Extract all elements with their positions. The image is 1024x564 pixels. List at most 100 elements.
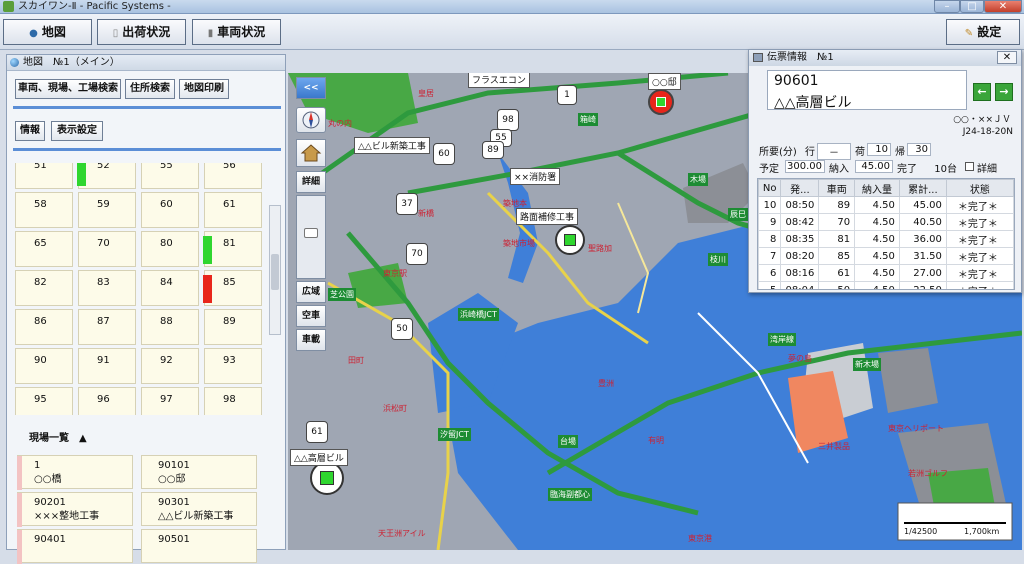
zoom-slider-thumb[interactable] (304, 228, 318, 238)
vehicle-pin-1[interactable]: 1 (557, 85, 577, 105)
table-header-cell[interactable]: 状態 (945, 179, 1014, 197)
table-row[interactable]: 10 08:50 89 4.50 45.00 ＊完了＊ (758, 196, 1014, 214)
scrollbar-thumb[interactable] (271, 254, 279, 290)
site-list-item[interactable]: 90101 ○○邸 (141, 455, 257, 489)
vehicle-pin-70[interactable]: 70 (406, 243, 428, 265)
vehicle-cell[interactable]: 56 (204, 163, 262, 189)
minimize-button[interactable]: – (934, 0, 960, 13)
address-search-button[interactable]: 住所検索 (125, 79, 175, 99)
vehicle-cell[interactable]: 92 (141, 348, 199, 384)
site-list-item[interactable]: 90201 ×××整地工事 (17, 492, 133, 527)
empty-vehicle-button[interactable]: 空車 (296, 305, 326, 327)
site-list-item[interactable]: 1 ○○橋 (17, 455, 133, 490)
vehicle-number: 87 (97, 316, 110, 327)
vehicle-cell[interactable]: 81 (203, 231, 262, 267)
vehicle-pin-50[interactable]: 50 (391, 318, 413, 340)
zoom-detail-button[interactable]: 詳細 (296, 171, 326, 193)
vehicle-cell[interactable]: 83 (78, 270, 136, 306)
vehicle-cell[interactable]: 80 (141, 231, 199, 267)
table-row[interactable]: 6 08:16 61 4.50 27.00 ＊完了＊ (758, 264, 1014, 282)
table-cell: 4.50 (854, 281, 900, 289)
map-label-fire-station[interactable]: ××消防署 (510, 168, 561, 185)
vehicle-cell[interactable]: 88 (141, 309, 199, 345)
loaded-vehicle-button[interactable]: 車載 (296, 329, 326, 351)
zoom-slider[interactable] (296, 195, 326, 279)
zoom-wide-button[interactable]: 広域 (296, 281, 326, 303)
vehicle-cell[interactable]: 82 (15, 270, 73, 306)
vehicle-cell[interactable]: 65 (15, 231, 73, 267)
vehicle-cell[interactable]: 85 (203, 270, 262, 306)
vehicle-cell[interactable]: 91 (78, 348, 136, 384)
vehicle-pin-37[interactable]: 37 (396, 193, 418, 215)
vehicle-cell[interactable]: 93 (204, 348, 262, 384)
table-header-cell[interactable]: 発... (780, 179, 820, 197)
next-ticket-button[interactable]: → (995, 83, 1013, 101)
vehicle-cell[interactable]: 70 (78, 231, 136, 267)
site-marker-tower[interactable] (310, 461, 344, 495)
vehicle-cell[interactable]: 87 (78, 309, 136, 345)
vehicle-site-factory-search-button[interactable]: 車両、現場、工場検索 (15, 79, 121, 99)
vehicle-cell[interactable]: 60 (141, 192, 199, 228)
home-icon[interactable] (296, 139, 326, 167)
vehicle-cell[interactable]: 95 (15, 387, 73, 415)
vehicle-number: 85 (223, 277, 236, 288)
document-icon: ▯ (112, 28, 119, 39)
vehicle-pin-89[interactable]: 89 (482, 141, 504, 159)
map-label-house[interactable]: ○○邸 (648, 73, 681, 90)
table-header-cell[interactable]: 車両 (818, 179, 856, 197)
display-settings-button[interactable]: 表示設定 (51, 121, 103, 141)
vehicle-cell[interactable]: 52 (77, 163, 136, 189)
vehicle-pin-60[interactable]: 60 (433, 143, 455, 165)
vehicle-number: 83 (97, 277, 110, 288)
vehicle-cell[interactable]: 96 (78, 387, 136, 415)
table-row[interactable]: 8 08:35 81 4.50 36.00 ＊完了＊ (758, 230, 1014, 248)
site-list-item[interactable]: 90501 (141, 529, 257, 563)
map-print-button[interactable]: 地図印刷 (179, 79, 229, 99)
prev-ticket-button[interactable]: ← (973, 83, 991, 101)
vehicle-cell[interactable]: 51 (15, 163, 73, 189)
vehicle-status-button[interactable]: ▮ 車両状況 (192, 19, 281, 45)
map-tab-button[interactable]: ● 地図 (3, 19, 92, 45)
site-list-label[interactable]: 現場一覧 ▲ (29, 429, 87, 444)
vehicle-cell[interactable]: 86 (15, 309, 73, 345)
info-button[interactable]: 情報 (15, 121, 45, 141)
vehicle-cell[interactable]: 97 (141, 387, 199, 415)
popup-close-button[interactable]: ✕ (997, 51, 1017, 64)
table-cell: 50 (818, 281, 856, 289)
vehicle-cell[interactable]: 89 (204, 309, 262, 345)
vehicle-cell[interactable]: 98 (204, 387, 262, 415)
close-button[interactable]: ✕ (984, 0, 1022, 13)
map-label-top[interactable]: フラスエコン (468, 73, 530, 88)
settings-button[interactable]: ✎ 設定 (946, 19, 1020, 45)
detail-checkbox[interactable] (965, 162, 974, 171)
vehicle-cell[interactable]: 90 (15, 348, 73, 384)
site-list-item[interactable]: 90401 (17, 529, 133, 564)
unload-value: 10 (867, 143, 891, 156)
maximize-button[interactable]: □ (960, 0, 984, 13)
table-header-cell[interactable]: 納入量 (854, 179, 900, 197)
compass-icon[interactable] (296, 107, 326, 133)
vehicle-cell[interactable]: 59 (78, 192, 136, 228)
vehicle-cell[interactable]: 61 (204, 192, 262, 228)
vehicle-cell[interactable]: 55 (141, 163, 199, 189)
map-place-label: 浜松町 (383, 404, 407, 413)
site-marker-road-repair[interactable] (555, 225, 585, 255)
vehicle-cell[interactable]: 58 (15, 192, 73, 228)
vehicle-pin-61[interactable]: 61 (306, 421, 328, 443)
table-header-cell[interactable]: 累計... (898, 179, 947, 197)
map-label-road-repair[interactable]: 路面補修工事 (516, 208, 579, 225)
site-list-item[interactable]: 90301 △△ビル新築工事 (141, 492, 257, 526)
map-label-building-new[interactable]: △△ビル新築工事 (354, 137, 430, 154)
shipping-status-button[interactable]: ▯ 出荷状況 (97, 19, 186, 45)
table-row[interactable]: 9 08:42 70 4.50 40.50 ＊完了＊ (758, 213, 1014, 231)
vehicle-grid-scrollbar[interactable] (269, 205, 281, 335)
site-marker-house[interactable] (648, 89, 674, 115)
table-row[interactable]: 508:04504.5022.50＊完了＊ (758, 281, 1014, 289)
table-header-cell[interactable]: No (758, 179, 782, 197)
map-label-tower[interactable]: △△高層ビル (290, 449, 348, 466)
vehicle-cell[interactable]: 84 (141, 270, 199, 306)
table-row[interactable]: 7 08:20 85 4.50 31.50 ＊完了＊ (758, 247, 1014, 265)
collapse-panel-button[interactable]: << (296, 77, 326, 99)
vehicle-pin-98[interactable]: 98 (497, 109, 519, 131)
table-cell: ＊完了＊ (945, 264, 1014, 282)
